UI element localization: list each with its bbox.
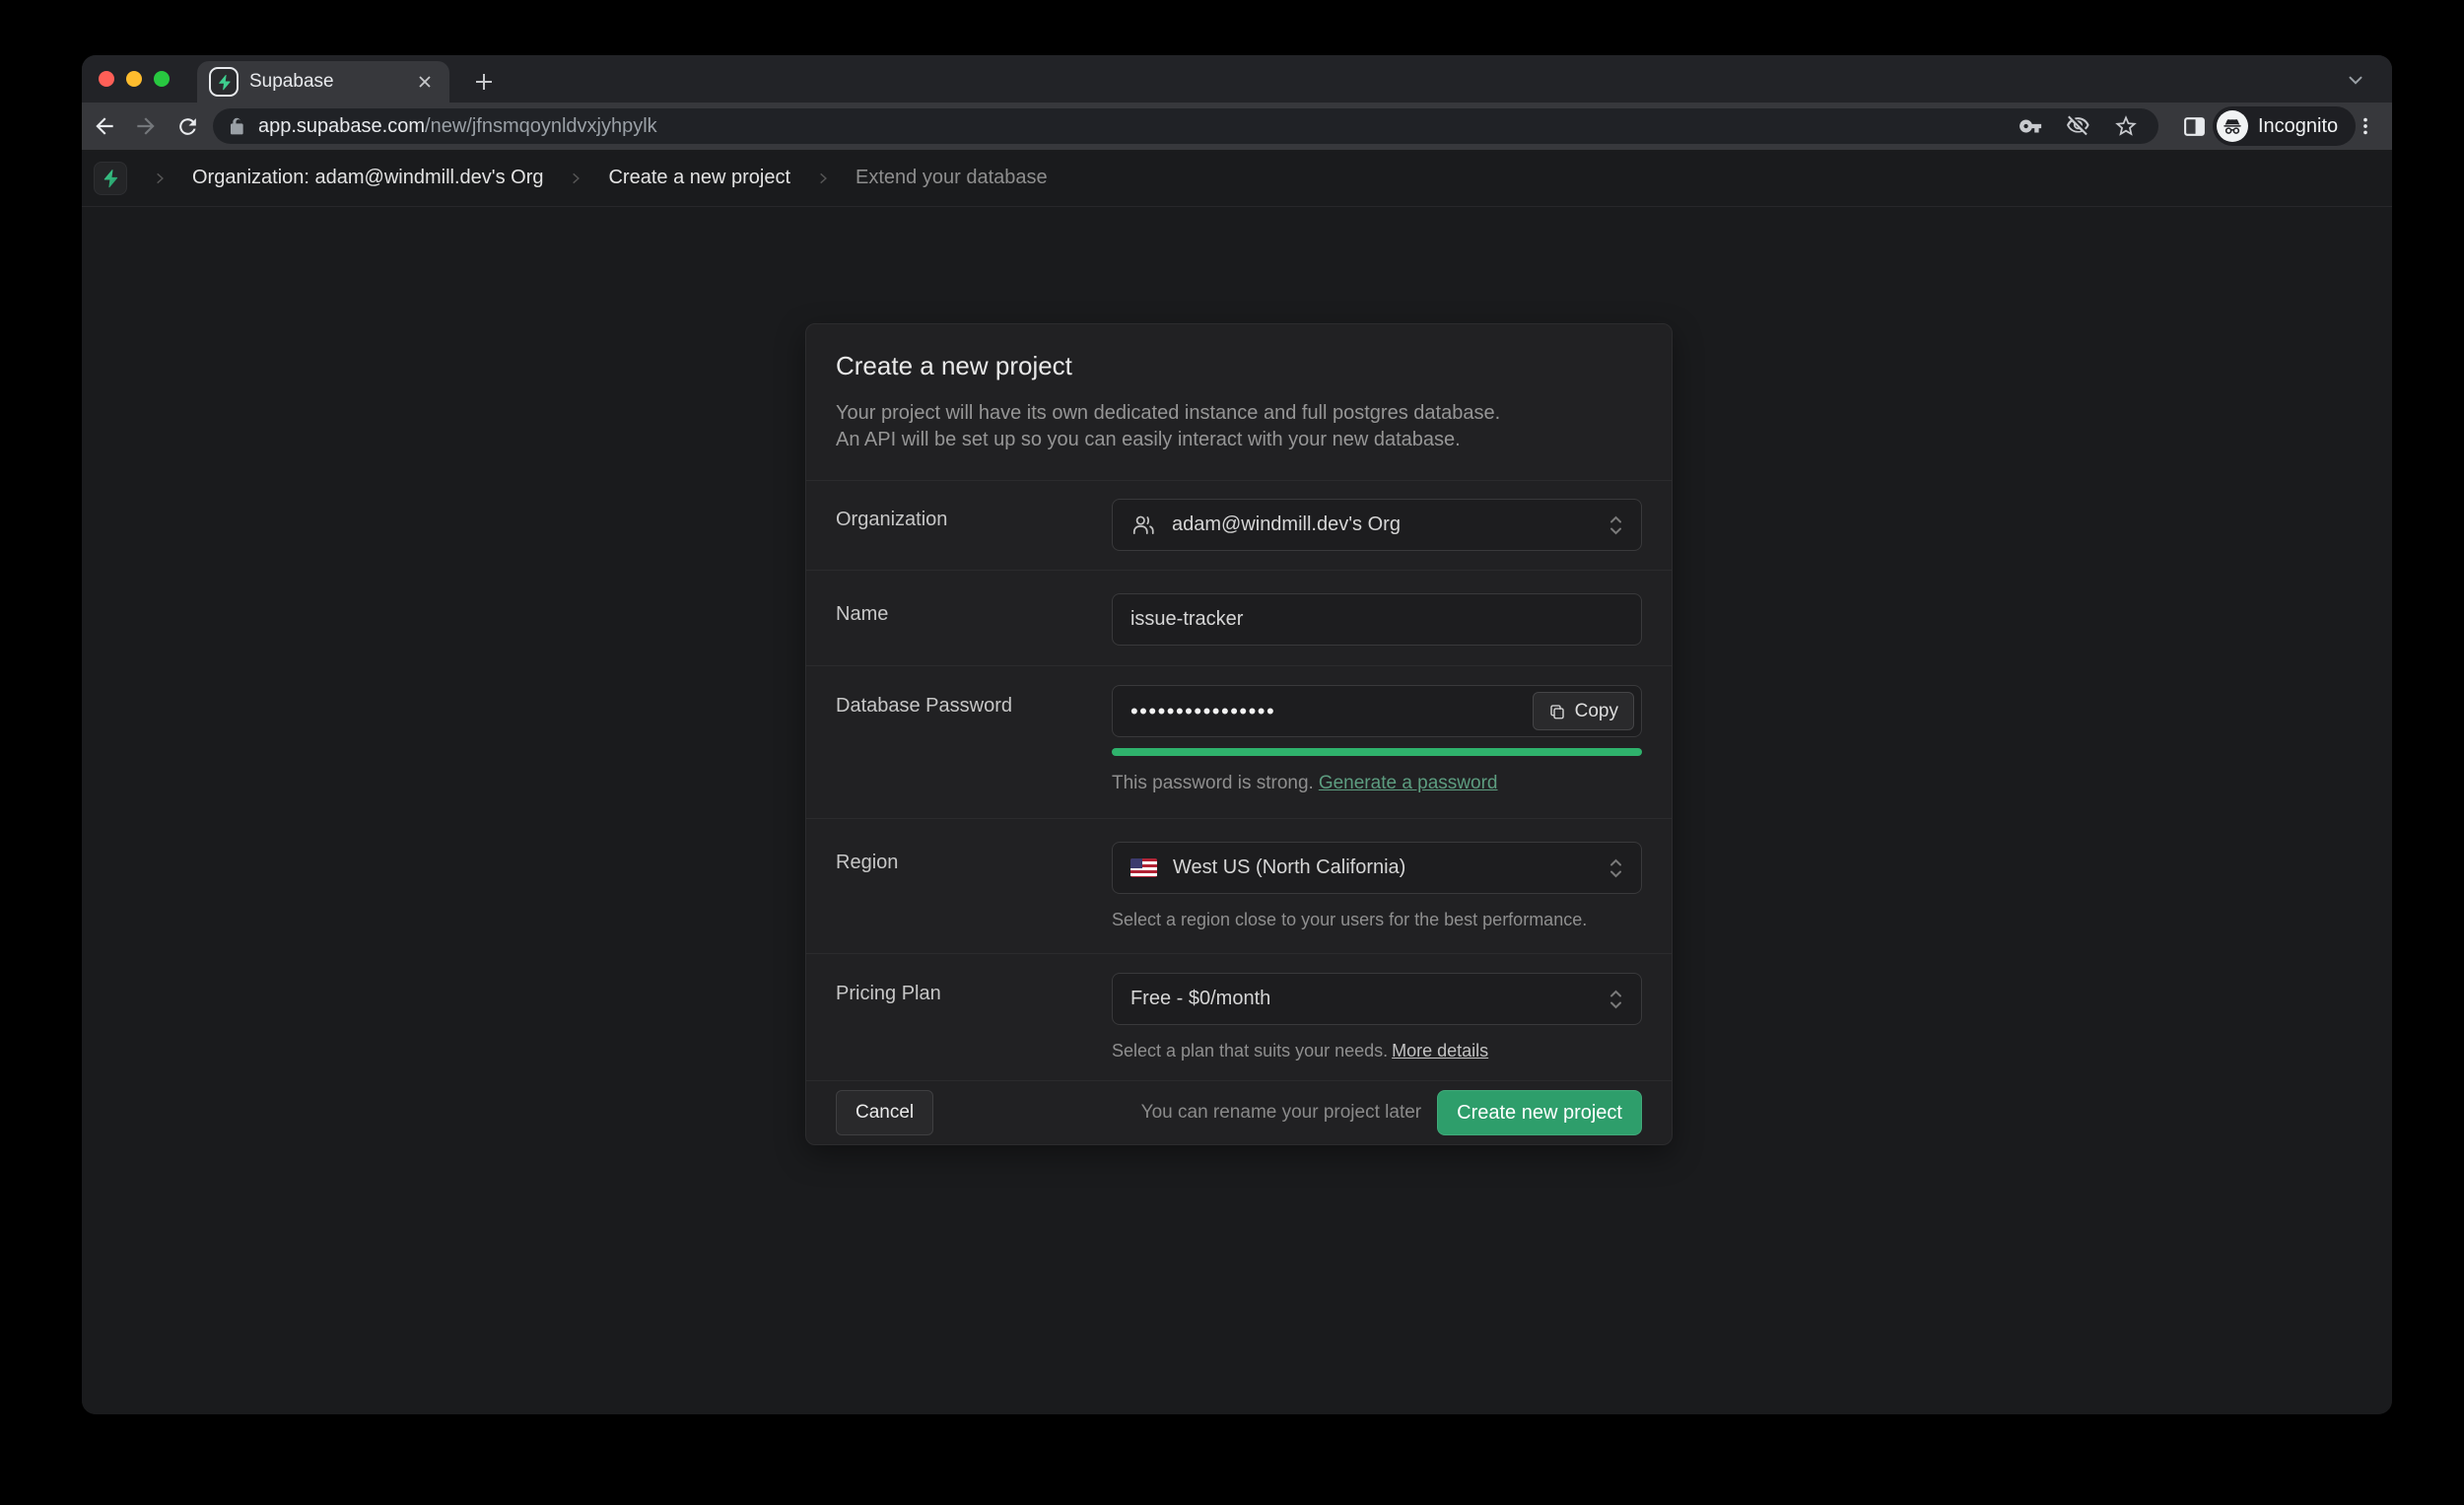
supabase-logo[interactable]	[94, 162, 127, 195]
name-input[interactable]: issue-tracker	[1112, 593, 1642, 646]
users-icon	[1130, 513, 1156, 538]
tab-strip: Supabase	[82, 55, 2392, 103]
fullscreen-window-button[interactable]	[154, 71, 170, 87]
page-title: Create a new project	[836, 351, 1642, 381]
card-header: Create a new project Your project will h…	[806, 324, 1672, 480]
password-label: Database Password	[836, 685, 1112, 794]
us-flag-icon	[1130, 858, 1157, 877]
close-window-button[interactable]	[99, 71, 114, 87]
back-button[interactable]	[90, 111, 119, 141]
password-helper: This password is strong.Generate a passw…	[1112, 773, 1642, 794]
breadcrumb-chevron-icon	[153, 171, 167, 185]
password-input[interactable]: •••••••••••••••• Copy	[1112, 685, 1642, 737]
pricing-plan-label: Pricing Plan	[836, 973, 1112, 1061]
organization-row: Organization adam@windmill.dev's Org	[806, 480, 1672, 570]
breadcrumb-item-extend-database: Extend your database	[856, 167, 1048, 189]
breadcrumb-chevron-icon	[569, 171, 582, 185]
chevron-updown-icon	[1608, 513, 1623, 538]
tab-supabase[interactable]: Supabase	[197, 61, 449, 103]
more-details-link[interactable]: More details	[1392, 1041, 1488, 1060]
breadcrumb-item-create-project[interactable]: Create a new project	[608, 167, 790, 189]
region-label: Region	[836, 842, 1112, 930]
copy-password-button[interactable]: Copy	[1533, 692, 1634, 730]
new-tab-button[interactable]	[468, 66, 500, 98]
tab-title: Supabase	[249, 71, 334, 93]
organization-select[interactable]: adam@windmill.dev's Org	[1112, 499, 1642, 551]
url-path: /new/jfnsmqoynldvxjyhpylk	[425, 115, 657, 137]
incognito-label: Incognito	[2258, 115, 2338, 138]
password-masked-value: ••••••••••••••••	[1130, 699, 1275, 724]
url-domain: app.supabase.com	[258, 115, 425, 137]
browser-menu-icon[interactable]	[2351, 111, 2380, 141]
pricing-plan-helper-text: Select a plan that suits your needs.	[1112, 1041, 1388, 1060]
generate-password-link[interactable]: Generate a password	[1319, 773, 1498, 793]
organization-value: adam@windmill.dev's Org	[1172, 513, 1401, 536]
browser-toolbar: app.supabase.com/new/jfnsmqoynldvxjyhpyl…	[82, 103, 2392, 150]
card-description-line2: An API will be set up so you can easily …	[836, 427, 1642, 453]
supabase-bolt-icon	[216, 74, 233, 91]
key-icon[interactable]	[2019, 113, 2044, 139]
password-strength-text: This password is strong.	[1112, 773, 1314, 793]
chevron-updown-icon	[1608, 987, 1623, 1012]
bookmark-star-icon[interactable]	[2113, 113, 2139, 139]
pricing-plan-row: Pricing Plan Free - $0/month Select a pl…	[806, 953, 1672, 1080]
forward-button[interactable]	[131, 111, 161, 141]
incognito-badge: Incognito	[2213, 106, 2356, 146]
breadcrumb-item-organization[interactable]: Organization: adam@windmill.dev's Org	[192, 167, 543, 189]
region-select[interactable]: West US (North California)	[1112, 842, 1642, 894]
region-helper: Select a region close to your users for …	[1112, 910, 1642, 930]
card-footer: Cancel You can rename your project later…	[806, 1080, 1672, 1144]
url-text: app.supabase.com/new/jfnsmqoynldvxjyhpyl…	[258, 115, 657, 138]
side-panel-icon[interactable]	[2179, 111, 2209, 141]
tab-close-icon[interactable]	[412, 69, 438, 95]
region-value: West US (North California)	[1173, 856, 1405, 879]
minimize-window-button[interactable]	[126, 71, 142, 87]
eye-off-icon[interactable]	[2066, 113, 2091, 139]
copy-label: Copy	[1575, 701, 1618, 722]
breadcrumb: Organization: adam@windmill.dev's Org Cr…	[82, 150, 2392, 207]
password-row: Database Password •••••••••••••••• Copy	[806, 665, 1672, 818]
pricing-plan-helper: Select a plan that suits your needs.More…	[1112, 1041, 1642, 1061]
browser-window: Supabase app.supabase.com/new/jfn	[82, 55, 2392, 1414]
name-label: Name	[836, 593, 1112, 646]
copy-icon	[1548, 703, 1566, 720]
create-new-project-button[interactable]: Create new project	[1437, 1090, 1642, 1135]
pricing-plan-select[interactable]: Free - $0/month	[1112, 973, 1642, 1025]
tabstrip-chevron-down-icon[interactable]	[2345, 69, 2366, 91]
address-bar[interactable]: app.supabase.com/new/jfnsmqoynldvxjyhpyl…	[213, 108, 2158, 144]
incognito-icon	[2217, 110, 2248, 142]
create-project-card: Create a new project Your project will h…	[805, 323, 1673, 1145]
breadcrumb-chevron-icon	[816, 171, 830, 185]
supabase-page: Organization: adam@windmill.dev's Org Cr…	[82, 150, 2392, 1414]
name-row: Name issue-tracker	[806, 570, 1672, 665]
organization-label: Organization	[836, 499, 1112, 551]
pricing-plan-value: Free - $0/month	[1130, 988, 1270, 1010]
lock-icon	[229, 117, 247, 136]
rename-note: You can rename your project later	[1141, 1102, 1421, 1124]
chevron-updown-icon	[1608, 855, 1623, 881]
card-description-line1: Your project will have its own dedicated…	[836, 400, 1642, 427]
card-description: Your project will have its own dedicated…	[836, 400, 1642, 453]
supabase-favicon	[209, 67, 239, 97]
cancel-button[interactable]: Cancel	[836, 1090, 933, 1135]
name-value: issue-tracker	[1130, 608, 1243, 631]
reload-button[interactable]	[172, 111, 202, 141]
password-strength-bar	[1112, 748, 1642, 756]
region-row: Region West US (North California) Select…	[806, 818, 1672, 953]
